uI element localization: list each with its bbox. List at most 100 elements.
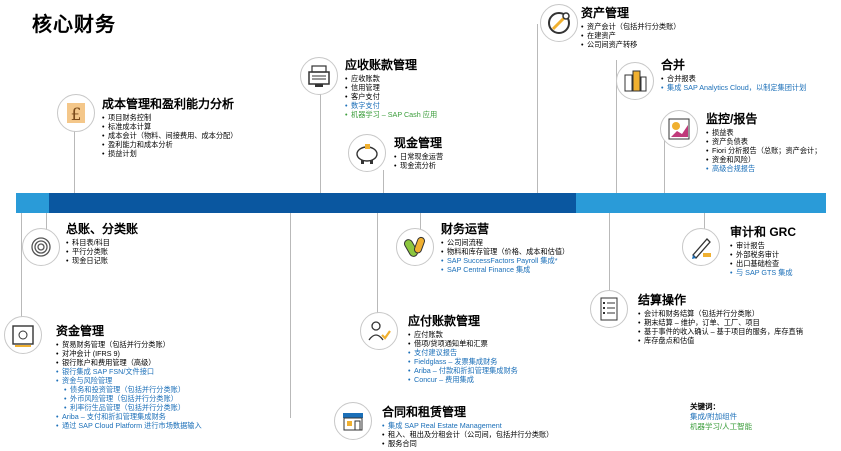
list-item: 借项/贷项通知单和汇票	[408, 339, 518, 348]
list-item: 成本会计（物料、间接费用、成本分配）	[102, 131, 237, 140]
person-check-icon	[360, 312, 398, 350]
report-icon	[660, 110, 698, 148]
list-item: 现金流分析	[394, 161, 443, 170]
module-contract-lease: 合同和租赁管理 集成 SAP Real Estate Management 租入…	[382, 405, 553, 448]
module-asset-management: 资产管理 资产会计（包括并行分类账） 在建资产 公司间资产转移	[581, 6, 680, 49]
module-treasury: 资金管理 贸易财务管理（包括并行分类账） 对冲会计 (IFRS 9) 银行账户和…	[56, 324, 202, 430]
connector-line	[46, 213, 47, 230]
connector-line	[74, 124, 75, 193]
list-item: 盈利能力和成本分析	[102, 140, 237, 149]
connector-line	[383, 170, 384, 193]
list-item: 应收账款	[345, 74, 437, 83]
list-item: Fiori 分析报告（总账；资产会计；	[706, 146, 821, 155]
page-title: 核心财务	[32, 14, 116, 36]
list-item: 库存盘点和估值	[638, 336, 803, 345]
store-icon	[334, 402, 372, 440]
list-item: 银行账户和费用管理（高级）	[56, 358, 202, 367]
timeline-band-dark	[49, 193, 576, 213]
list-item: 资金与风险管理	[56, 376, 202, 385]
module-title: 资金管理	[56, 324, 105, 338]
module-accounts-receivable: 应收账款管理 应收账款 信用管理 客户支付 数字支付 机器学习 – SAP Ca…	[345, 58, 437, 119]
connector-line	[537, 24, 538, 193]
list-item: 高级合规报告	[706, 164, 821, 173]
list-item: 租入、租出及分租会计（公司间，包括并行分类账）	[382, 430, 553, 439]
list-item: 集成 SAP Real Estate Management	[382, 421, 553, 430]
list-item: Fieldglass – 发票集成财务	[408, 357, 518, 366]
module-title: 财务运营	[441, 222, 490, 236]
list-item: 通过 SAP Cloud Platform 进行市场数据输入	[56, 421, 202, 430]
module-monitoring-reporting: 监控/报告 损益表 资产负债表 Fiori 分析报告（总账；资产会计； 资金和风…	[706, 112, 821, 173]
list-item: 客户支付	[345, 92, 437, 101]
module-financial-operations: 财务运营 公司间流程 物料和库存管理（价格、成本和估值） SAP Success…	[441, 222, 569, 274]
list-item: Ariba – 付款和折扣管理集成财务	[408, 366, 518, 375]
list-item: 日常现金运营	[394, 152, 443, 161]
list-item: 服务合同	[382, 439, 553, 448]
safe-icon	[4, 316, 42, 354]
list-item: 现金日记账	[66, 256, 138, 265]
module-title: 资产管理	[581, 6, 630, 20]
fingerprint-icon	[22, 228, 60, 266]
connector-line	[377, 213, 378, 314]
list-item: 出口基础检查	[730, 259, 796, 268]
module-audit-grc: 审计和 GRC 审计报告 外部税务审计 出口基础检查 与 SAP GTS 集成	[730, 225, 796, 277]
list-item: 支付建议报告	[408, 348, 518, 357]
module-cost-management: 成本管理和盈利能力分析 项目财务控制 标准成本计算 成本会计（物料、间接费用、成…	[102, 97, 237, 158]
list-item: 贸易财务管理（包括并行分类账）	[56, 340, 202, 349]
pills-icon	[396, 228, 434, 266]
list-item: 数字支付	[345, 101, 437, 110]
legend-title: 关键词：	[690, 402, 720, 411]
cash-register-icon	[300, 57, 338, 95]
list-item: 外部税务审计	[730, 250, 796, 259]
module-accounts-payable: 应付账款管理 应付账款 借项/贷项通知单和汇票 支付建议报告 Fieldglas…	[408, 314, 518, 384]
list-item: 公司间资产转移	[581, 40, 680, 49]
list-item: 银行集成 SAP FSN/文件接口	[56, 367, 202, 376]
list-item: 损益计划	[102, 149, 237, 158]
module-title: 应收账款管理	[345, 58, 418, 72]
piggy-bank-icon	[348, 134, 386, 172]
connector-line	[609, 213, 610, 291]
list-item: 资产会计（包括并行分类账）	[581, 22, 680, 31]
module-consolidation: 合并 合并报表 集成 SAP Analytics Cloud，以制定集团计划	[661, 58, 806, 92]
list-item: 集成 SAP Analytics Cloud，以制定集团计划	[661, 83, 806, 92]
connector-line	[320, 80, 321, 193]
connector-line	[21, 213, 22, 317]
list-item: SAP SuccessFactors Payroll 集成*	[441, 256, 569, 265]
list-item: 在建资产	[581, 31, 680, 40]
buildings-icon	[616, 62, 654, 100]
list-item: 应付账款	[408, 330, 518, 339]
module-cash-management: 现金管理 日常现金运营 现金流分析	[394, 136, 443, 170]
pound-icon: £	[57, 94, 95, 132]
module-title: 监控/报告	[706, 112, 758, 126]
module-title: 总账、分类账	[66, 222, 139, 236]
list-item: 损益表	[706, 128, 821, 137]
legend: 关键词： 集成/附加组件 机器学习/人工智能	[690, 402, 752, 432]
list-item: SAP Central Finance 集成	[441, 265, 569, 274]
list-item: 资产负债表	[706, 137, 821, 146]
list-item: 期末结算 – 维护，订单、工厂、项目	[638, 318, 803, 327]
list-item: 标准成本计算	[102, 122, 237, 131]
connector-line	[420, 213, 421, 230]
module-title: 结算操作	[638, 293, 687, 307]
module-title: 现金管理	[394, 136, 443, 150]
list-item: 资金和风险）	[706, 155, 821, 164]
list-item: 项目财务控制	[102, 113, 237, 122]
connector-line	[290, 213, 291, 418]
list-item: 对冲会计 (IFRS 9)	[56, 349, 202, 358]
module-title: 合同和租赁管理	[382, 405, 467, 419]
module-title: 合并	[661, 58, 686, 72]
list-item: 审计报告	[730, 241, 796, 250]
list-item: 物料和库存管理（价格、成本和估值）	[441, 247, 569, 256]
list-item: 公司间流程	[441, 238, 569, 247]
legend-integration: 集成/附加组件	[690, 412, 738, 421]
module-closing-operations: 结算操作 会计和财务结算（包括并行分类账） 期末结算 – 维护，订单、工厂、项目…	[638, 293, 803, 345]
list-item: 平行分类账	[66, 247, 138, 256]
list-item: 利率衍生品管理（包括并行分类账）	[64, 403, 202, 412]
wrench-icon	[540, 4, 578, 42]
module-general-ledger: 总账、分类账 科目表/科目 平行分类账 现金日记账	[66, 222, 138, 265]
svg-text:£: £	[71, 105, 82, 125]
list-item: 债务和投资管理（包括并行分类账）	[64, 385, 202, 394]
legend-machine-learning: 机器学习/人工智能	[690, 422, 753, 431]
list-item: 基于事件的收入确认 – 基于项目的服务，库存直销	[638, 327, 803, 336]
module-title: 审计和 GRC	[730, 225, 797, 239]
module-title: 成本管理和盈利能力分析	[102, 97, 235, 111]
